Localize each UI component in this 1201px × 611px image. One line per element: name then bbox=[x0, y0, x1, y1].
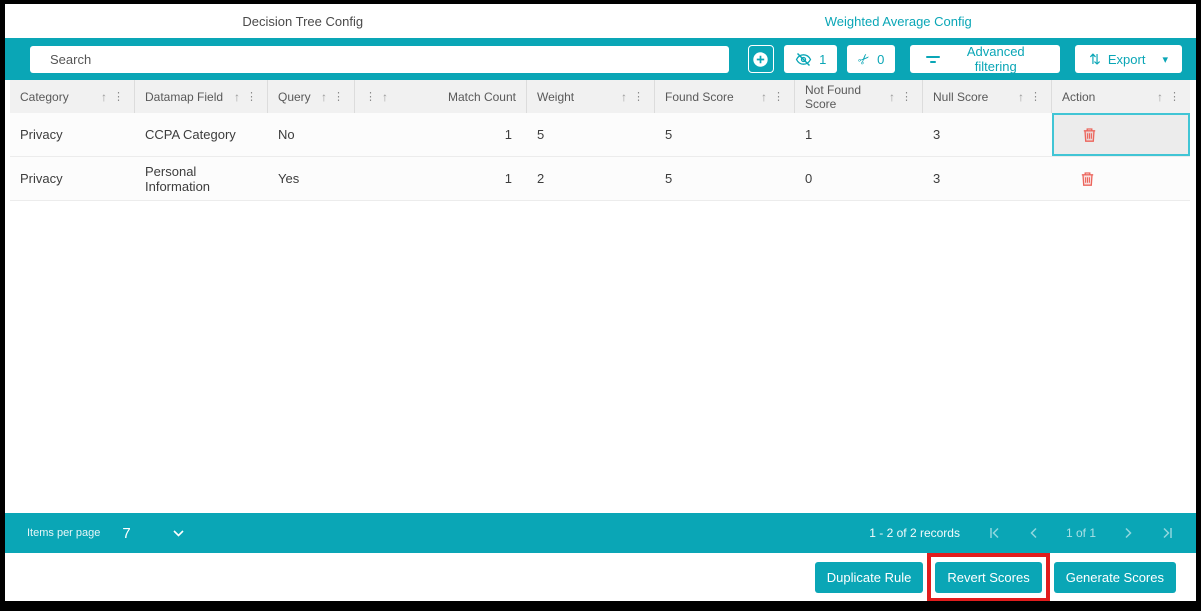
column-menu-icon[interactable]: ⋮ bbox=[773, 90, 784, 103]
sort-arrow-icon[interactable]: ↑ bbox=[761, 90, 767, 104]
cell-query: Yes bbox=[278, 171, 300, 186]
cell-datamap-field: Personal Information bbox=[145, 163, 211, 194]
sort-arrow-icon[interactable]: ↑ bbox=[1157, 90, 1163, 104]
column-header-datamap-field[interactable]: Datamap Field ↑ ⋮ bbox=[135, 80, 268, 113]
column-menu-icon[interactable]: ⋮ bbox=[1030, 90, 1041, 103]
items-per-page-value[interactable]: 7 bbox=[122, 525, 130, 542]
caret-down-icon: ▾ bbox=[1162, 53, 1168, 66]
items-per-page-chevron-icon[interactable] bbox=[173, 529, 184, 537]
cell-action bbox=[1052, 157, 1190, 200]
column-header-category[interactable]: Category ↑ ⋮ bbox=[10, 80, 135, 113]
sort-arrow-icon[interactable]: ↑ bbox=[101, 90, 107, 104]
sort-arrow-icon[interactable]: ↑ bbox=[889, 90, 895, 104]
cell-null-score: 3 bbox=[933, 127, 941, 142]
cell-query: No bbox=[278, 127, 295, 142]
add-rule-button[interactable] bbox=[747, 45, 775, 73]
column-label: Found Score bbox=[665, 89, 734, 104]
cell-not-found-score: 0 bbox=[805, 171, 813, 186]
scissors-icon: ✂ bbox=[854, 49, 875, 69]
sort-arrow-icon[interactable]: ↑ bbox=[621, 90, 627, 104]
config-tabbar: Decision Tree Config Weighted Average Co… bbox=[5, 4, 1196, 38]
hidden-columns-count: 1 bbox=[819, 51, 827, 67]
sort-arrow-icon[interactable]: ↑ bbox=[234, 90, 240, 104]
column-header-weight[interactable]: Weight ↑ ⋮ bbox=[527, 80, 655, 113]
column-label: Not Found Score bbox=[805, 82, 862, 111]
cell-match-count: 1 bbox=[504, 171, 512, 186]
sort-arrows-icon: ⇅ bbox=[1089, 51, 1101, 67]
first-page-icon[interactable] bbox=[988, 527, 1001, 539]
delete-rule-button[interactable] bbox=[1082, 127, 1097, 143]
column-header-not-found-score[interactable]: Not Found Score ↑ ⋮ bbox=[795, 80, 923, 113]
column-header-match-count[interactable]: ⋮ ↑ Match Count bbox=[355, 80, 527, 113]
export-label: Export bbox=[1107, 51, 1146, 67]
trash-icon bbox=[1080, 171, 1095, 187]
duplicate-rule-button[interactable]: Duplicate Rule bbox=[814, 561, 924, 593]
page-indicator-text: 1 of 1 bbox=[1065, 526, 1096, 540]
column-label: Action bbox=[1062, 89, 1096, 104]
column-menu-icon[interactable]: ⋮ bbox=[365, 90, 376, 103]
records-count-text: 1 - 2 of 2 records bbox=[869, 526, 960, 540]
red-annotation-box: Revert Scores bbox=[927, 552, 1050, 601]
column-menu-icon[interactable]: ⋮ bbox=[1169, 90, 1180, 103]
column-menu-icon[interactable]: ⋮ bbox=[901, 90, 912, 103]
column-menu-icon[interactable]: ⋮ bbox=[246, 90, 257, 103]
cell-weight: 5 bbox=[537, 127, 545, 142]
cell-not-found-score: 1 bbox=[805, 127, 813, 142]
cut-count: 0 bbox=[877, 51, 885, 67]
search-input[interactable] bbox=[30, 45, 729, 73]
tab-weighted-average-config[interactable]: Weighted Average Config bbox=[601, 4, 1197, 38]
column-header-query[interactable]: Query ↑ ⋮ bbox=[268, 80, 355, 113]
eye-off-icon bbox=[795, 52, 812, 67]
action-button-bar: Duplicate Rule Revert Scores Generate Sc… bbox=[5, 552, 1196, 601]
column-header-null-score[interactable]: Null Score ↑ ⋮ bbox=[923, 80, 1052, 113]
table-empty-area bbox=[5, 201, 1196, 513]
cell-weight: 2 bbox=[537, 171, 545, 186]
export-button[interactable]: ⇅ Export ▾ bbox=[1075, 45, 1182, 73]
cell-category: Privacy bbox=[20, 171, 63, 186]
cell-datamap-field: CCPA Category bbox=[145, 127, 236, 142]
trash-icon bbox=[1082, 127, 1097, 143]
tab-decision-tree-config[interactable]: Decision Tree Config bbox=[5, 4, 601, 38]
next-page-icon[interactable] bbox=[1124, 527, 1133, 539]
sort-arrow-icon[interactable]: ↑ bbox=[1018, 90, 1024, 104]
rules-table: Category ↑ ⋮ Datamap Field ↑ ⋮ Query ↑ ⋮ ⋮ ↑… bbox=[10, 80, 1190, 201]
column-header-action[interactable]: Action ↑ ⋮ bbox=[1052, 80, 1190, 113]
generate-scores-button[interactable]: Generate Scores bbox=[1053, 561, 1176, 593]
advanced-filtering-label: Advanced filtering bbox=[966, 44, 1025, 74]
toolbar: 1 ✂ 0 Advanced filtering ⇅ Export ▾ bbox=[5, 38, 1196, 80]
column-header-found-score[interactable]: Found Score ↑ ⋮ bbox=[655, 80, 795, 113]
column-label: Category bbox=[20, 89, 69, 104]
last-page-icon[interactable] bbox=[1161, 527, 1174, 539]
revert-scores-button[interactable]: Revert Scores bbox=[935, 561, 1042, 593]
filter-icon bbox=[926, 55, 941, 63]
column-menu-icon[interactable]: ⋮ bbox=[633, 90, 644, 103]
cell-action bbox=[1052, 113, 1190, 156]
column-label: Match Count bbox=[447, 89, 516, 104]
cell-match-count: 1 bbox=[504, 127, 512, 142]
items-per-page-label: Items per page bbox=[27, 527, 101, 539]
column-label: Null Score bbox=[933, 89, 989, 104]
previous-page-icon[interactable] bbox=[1029, 527, 1038, 539]
cell-found-score: 5 bbox=[665, 171, 673, 186]
hidden-columns-button[interactable]: 1 bbox=[784, 45, 838, 73]
circle-plus-icon bbox=[752, 51, 769, 68]
column-menu-icon[interactable]: ⋮ bbox=[333, 90, 344, 103]
app-window: Decision Tree Config Weighted Average Co… bbox=[0, 0, 1201, 611]
delete-rule-button[interactable] bbox=[1080, 171, 1095, 187]
cell-category: Privacy bbox=[20, 127, 63, 142]
column-label: Weight bbox=[537, 89, 575, 104]
cut-button[interactable]: ✂ 0 bbox=[847, 45, 896, 73]
cell-found-score: 5 bbox=[665, 127, 673, 142]
column-label: Query bbox=[278, 89, 311, 104]
column-label: Datamap Field bbox=[145, 89, 224, 104]
table-header-row: Category ↑ ⋮ Datamap Field ↑ ⋮ Query ↑ ⋮ ⋮ ↑… bbox=[10, 80, 1190, 113]
sort-arrow-icon[interactable]: ↑ bbox=[321, 90, 327, 104]
advanced-filtering-button[interactable]: Advanced filtering bbox=[910, 44, 1061, 74]
cell-null-score: 3 bbox=[933, 171, 941, 186]
table-row[interactable]: Privacy CCPA Category No 1 5 5 1 3 bbox=[10, 113, 1190, 157]
pagination-bar: Items per page 7 1 - 2 of 2 records 1 of… bbox=[5, 513, 1196, 553]
column-menu-icon[interactable]: ⋮ bbox=[113, 90, 124, 103]
table-row[interactable]: Privacy Personal Information Yes 1 2 5 0… bbox=[10, 157, 1190, 201]
